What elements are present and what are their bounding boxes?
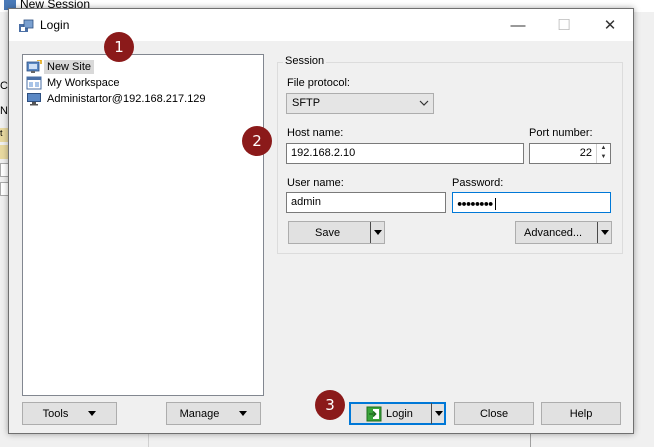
login-icon	[366, 406, 382, 421]
tree-item-new-site[interactable]: New Site	[26, 59, 95, 75]
chevron-down-icon	[239, 411, 248, 416]
text-caret	[494, 198, 496, 210]
tree-item-label: My Workspace	[47, 77, 120, 89]
login-button[interactable]: Login	[349, 402, 446, 425]
password-value: ●●●●●●●●	[457, 198, 493, 209]
chevron-down-icon	[600, 230, 609, 235]
dialog-titlebar: Login — ☐ ✕	[9, 9, 633, 41]
port-number-label: Port number:	[529, 127, 593, 139]
chevron-down-icon	[419, 100, 429, 106]
step-badge-2: 2	[242, 126, 272, 156]
chevron-down-icon	[88, 411, 97, 416]
chevron-down-icon	[434, 411, 443, 416]
file-protocol-label: File protocol:	[287, 77, 350, 89]
port-spinner[interactable]: ▲ ▼	[596, 144, 610, 163]
save-dropdown-toggle[interactable]	[370, 222, 384, 243]
file-protocol-value: SFTP	[292, 97, 321, 109]
tree-item-label: New Site	[44, 60, 95, 74]
new-site-icon	[26, 60, 42, 73]
tools-button[interactable]: Tools	[22, 402, 117, 425]
maximize-button[interactable]: ☐	[541, 9, 587, 41]
background-letter-c: C	[0, 80, 8, 92]
help-button[interactable]: Help	[541, 402, 621, 425]
tree-item-my-workspace[interactable]: My Workspace	[26, 75, 123, 91]
background-letter-n: N	[0, 105, 8, 117]
user-name-label: User name:	[287, 177, 344, 189]
login-app-icon	[19, 19, 34, 32]
password-label: Password:	[452, 177, 504, 189]
close-window-button[interactable]: ✕	[587, 9, 633, 41]
spin-down-icon[interactable]: ▼	[597, 153, 610, 162]
advanced-dropdown-toggle[interactable]	[597, 222, 611, 243]
login-button-label: Login	[386, 407, 413, 420]
session-legend: Session	[283, 55, 327, 67]
user-name-input[interactable]: admin	[286, 192, 446, 213]
host-name-input[interactable]: 192.168.2.10	[286, 143, 524, 164]
step-badge-3: 3	[315, 390, 345, 420]
dialog-title: Login	[40, 18, 70, 32]
tools-button-label: Tools	[42, 407, 69, 420]
host-name-label: Host name:	[287, 127, 344, 139]
password-input[interactable]: ●●●●●●●●	[452, 192, 611, 213]
login-dialog: Login — ☐ ✕ New Site My Workspace Admini…	[8, 8, 634, 434]
advanced-button[interactable]: Advanced...	[515, 221, 612, 244]
chevron-down-icon	[373, 230, 382, 235]
save-button[interactable]: Save	[288, 221, 385, 244]
monitor-icon	[27, 93, 41, 106]
minimize-button[interactable]: —	[495, 9, 541, 41]
login-dropdown-toggle[interactable]	[431, 403, 445, 424]
tree-item-label: Administartor@192.168.217.129	[47, 93, 206, 105]
port-number-value: 22	[579, 147, 592, 159]
site-tree[interactable]: New Site My Workspace Administartor@192.…	[22, 54, 264, 396]
tree-item-admin-site[interactable]: Administartor@192.168.217.129	[26, 91, 209, 107]
port-number-input[interactable]: 22 ▲ ▼	[529, 143, 611, 164]
step-badge-1: 1	[104, 32, 134, 62]
close-button[interactable]: Close	[454, 402, 534, 425]
spin-up-icon[interactable]: ▲	[597, 144, 610, 153]
manage-button[interactable]: Manage	[166, 402, 261, 425]
save-button-label: Save	[315, 226, 341, 239]
workspace-icon	[26, 76, 42, 90]
file-protocol-select[interactable]: SFTP	[286, 93, 434, 114]
advanced-button-label: Advanced...	[524, 226, 583, 239]
manage-button-label: Manage	[179, 407, 220, 420]
